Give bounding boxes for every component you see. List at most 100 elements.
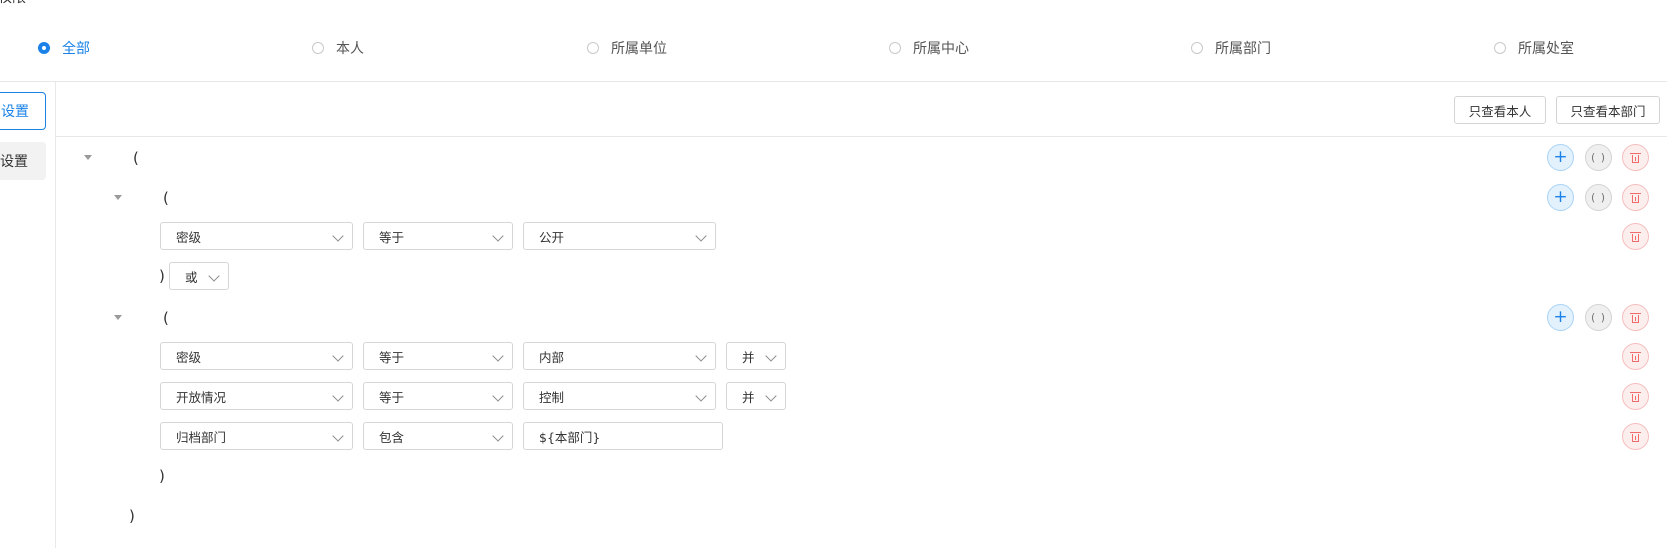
operator-select-value: 等于 <box>379 349 405 365</box>
chevron-down-icon <box>332 230 344 242</box>
chevron-down-icon <box>492 390 504 402</box>
group1-close-paren: ) <box>159 267 165 285</box>
chevron-down-icon <box>765 390 777 402</box>
scope-radio-label: 本人 <box>336 41 364 57</box>
header-divider <box>0 81 1667 82</box>
scope-radio-label: 所属部门 <box>1215 41 1271 57</box>
side-tab-label: 设置 <box>1 104 29 120</box>
field-select-value: 开放情况 <box>176 389 227 405</box>
view-self-only-button[interactable]: 只查看本人 <box>1454 96 1546 124</box>
group2-close-paren: ) <box>159 467 165 485</box>
operator-select-value: 等于 <box>379 229 405 245</box>
value-select-value: 公开 <box>539 229 565 245</box>
chevron-down-icon <box>695 390 707 402</box>
scope-radio-label: 全部 <box>62 41 90 57</box>
side-tab-settings[interactable]: 设置 <box>0 142 46 180</box>
value-select-value: 控制 <box>539 389 565 405</box>
view-department-only-button[interactable]: 只查看本部门 <box>1556 96 1660 124</box>
chevron-down-icon <box>695 350 707 362</box>
field-select[interactable]: 归档部门 <box>160 422 353 450</box>
root-close-paren: ) <box>129 507 135 525</box>
scope-radio-office[interactable]: 所属处室 <box>1494 38 1574 58</box>
chevron-down-icon <box>332 350 344 362</box>
value-input[interactable]: ${本部门} <box>523 422 723 450</box>
value-select-value: 内部 <box>539 349 565 365</box>
add-group-button[interactable]: ( ) <box>1585 144 1612 171</box>
scope-radio-label: 所属处室 <box>1518 41 1574 57</box>
add-group-button[interactable]: ( ) <box>1585 304 1612 331</box>
side-tab-label: 设置 <box>0 154 28 170</box>
scope-radio-label: 所属中心 <box>913 41 969 57</box>
radio-unchecked-icon <box>1494 42 1506 54</box>
add-condition-button[interactable]: + <box>1547 144 1574 171</box>
chevron-down-icon <box>208 270 220 282</box>
radio-unchecked-icon <box>312 42 324 54</box>
logic-select[interactable]: 并 <box>726 342 786 370</box>
field-select-value: 密级 <box>176 349 202 365</box>
logic-select[interactable]: 并 <box>726 382 786 410</box>
value-select[interactable]: 内部 <box>523 342 716 370</box>
delete-condition-button[interactable] <box>1622 423 1649 450</box>
scope-radio-self[interactable]: 本人 <box>312 38 364 58</box>
add-group-button[interactable]: ( ) <box>1585 184 1612 211</box>
radio-unchecked-icon <box>587 42 599 54</box>
add-condition-button[interactable]: + <box>1547 304 1574 331</box>
chevron-down-icon <box>492 350 504 362</box>
logic-select-value: 并 <box>742 389 755 405</box>
toolbar-divider <box>56 136 1667 137</box>
value-select[interactable]: 公开 <box>523 222 716 250</box>
delete-group-button[interactable] <box>1622 144 1649 171</box>
group2-open-paren: ( <box>163 309 169 327</box>
operator-select-value: 包含 <box>379 429 405 445</box>
trash-icon <box>1630 351 1641 362</box>
root-open-paren: ( <box>133 149 139 167</box>
radio-checked-icon <box>38 42 50 54</box>
field-select-value: 密级 <box>176 229 202 245</box>
field-select[interactable]: 密级 <box>160 222 353 250</box>
scope-radio-all[interactable]: 全部 <box>38 38 90 58</box>
add-condition-button[interactable]: + <box>1547 184 1574 211</box>
scope-radio-center[interactable]: 所属中心 <box>889 38 969 58</box>
collapse-root-caret-icon[interactable] <box>84 155 92 160</box>
delete-condition-button[interactable] <box>1622 343 1649 370</box>
connector-select[interactable]: 或 <box>169 262 229 290</box>
side-tab-settings-active[interactable]: 设置 <box>0 92 46 130</box>
delete-condition-button[interactable] <box>1622 223 1649 250</box>
operator-select[interactable]: 等于 <box>363 382 513 410</box>
chevron-down-icon <box>492 230 504 242</box>
chevron-down-icon <box>765 350 777 362</box>
section-title: 权限 <box>0 0 26 7</box>
operator-select[interactable]: 等于 <box>363 222 513 250</box>
trash-icon <box>1630 231 1641 242</box>
scope-radio-label: 所属单位 <box>611 41 667 57</box>
scope-radio-department[interactable]: 所属部门 <box>1191 38 1271 58</box>
chevron-down-icon <box>492 430 504 442</box>
radio-unchecked-icon <box>889 42 901 54</box>
delete-group-button[interactable] <box>1622 304 1649 331</box>
field-select[interactable]: 密级 <box>160 342 353 370</box>
trash-icon <box>1630 391 1641 402</box>
chevron-down-icon <box>332 430 344 442</box>
sidebar-divider <box>55 81 56 548</box>
delete-condition-button[interactable] <box>1622 383 1649 410</box>
operator-select[interactable]: 包含 <box>363 422 513 450</box>
trash-icon <box>1630 312 1641 323</box>
collapse-group1-caret-icon[interactable] <box>114 195 122 200</box>
radio-unchecked-icon <box>1191 42 1203 54</box>
field-select[interactable]: 开放情况 <box>160 382 353 410</box>
chevron-down-icon <box>695 230 707 242</box>
operator-select-value: 等于 <box>379 389 405 405</box>
trash-icon <box>1630 431 1641 442</box>
trash-icon <box>1630 152 1641 163</box>
group1-open-paren: ( <box>163 189 169 207</box>
scope-radio-unit[interactable]: 所属单位 <box>587 38 667 58</box>
value-select[interactable]: 控制 <box>523 382 716 410</box>
operator-select[interactable]: 等于 <box>363 342 513 370</box>
field-select-value: 归档部门 <box>176 429 227 445</box>
chevron-down-icon <box>332 390 344 402</box>
delete-group-button[interactable] <box>1622 184 1649 211</box>
logic-select-value: 并 <box>742 349 755 365</box>
trash-icon <box>1630 192 1641 203</box>
collapse-group2-caret-icon[interactable] <box>114 315 122 320</box>
connector-select-value: 或 <box>185 269 198 285</box>
